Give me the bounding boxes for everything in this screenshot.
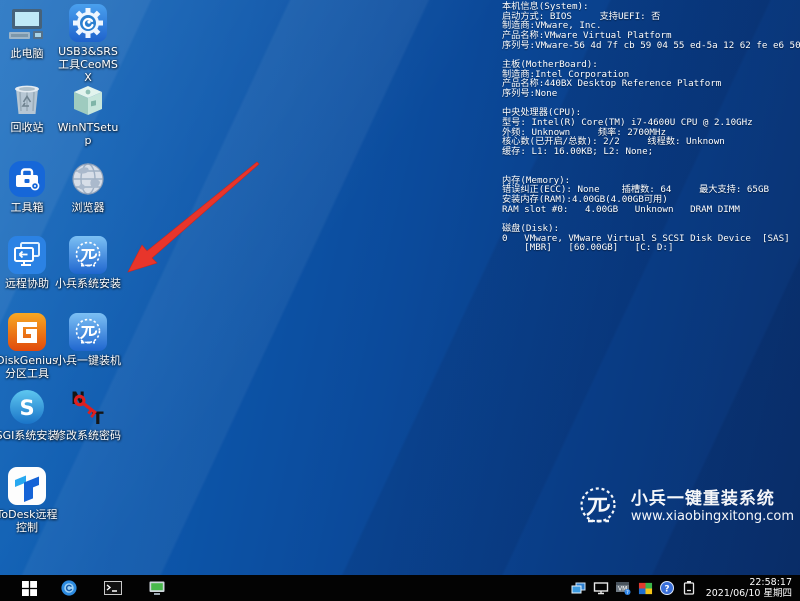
desktop-icon-change-password[interactable]: N T 修改系统密码	[55, 388, 121, 442]
tray-network-computers-icon[interactable]	[571, 580, 588, 597]
taskbar: VM ? ?	[0, 575, 800, 601]
watermark-text: 小兵一键重装系统 www.xiaobingxitong.com	[631, 490, 794, 525]
diskgenius-icon	[8, 313, 46, 351]
windows-logo-icon	[22, 581, 37, 596]
xiaobing-logo-icon	[69, 236, 107, 274]
xiaobing-logo-icon	[69, 313, 107, 351]
icon-label: ToDesk远程控制	[0, 508, 60, 534]
xiaobing-logo-icon	[572, 481, 624, 533]
taskbar-clock[interactable]: 22:58:17 2021/06/10 星期四	[706, 577, 792, 599]
svg-text:?: ?	[665, 585, 670, 595]
desktop-wallpaper: 此电脑 USB3&SRS工具Ce	[0, 0, 800, 575]
desktop-icon-diskgenius[interactable]: DiskGenius分区工具	[0, 313, 60, 380]
remote-screens-icon	[8, 236, 46, 274]
taskbar-app-display-tool[interactable]	[142, 575, 172, 601]
desktop-icon-toolbox[interactable]: 工具箱	[0, 160, 60, 214]
icon-label: 工具箱	[0, 201, 60, 214]
desktop-icon-browser[interactable]: 浏览器	[55, 160, 121, 214]
system-tray: VM ? ?	[571, 580, 698, 597]
tray-help-icon[interactable]: ?	[659, 580, 676, 597]
svg-text:S: S	[19, 396, 34, 420]
icon-label: 小兵一键装机	[55, 354, 121, 367]
desktop-icon-xiaobing-onekey[interactable]: 小兵一键装机	[55, 313, 121, 367]
computer-icon	[8, 6, 46, 44]
desktop-icon-usb3srs-tool[interactable]: USB3&SRS工具CeoMSX	[55, 4, 121, 84]
tray-display-color-icon[interactable]	[637, 580, 654, 597]
svg-text:?: ?	[626, 590, 629, 596]
tray-network-display-icon[interactable]	[593, 580, 610, 597]
icon-label: DiskGenius分区工具	[0, 354, 60, 380]
icon-label: 修改系统密码	[55, 429, 121, 442]
icon-label: 浏览器	[55, 201, 121, 214]
icon-label: SGI系统安装	[0, 429, 60, 442]
todesk-icon	[8, 467, 46, 505]
command-prompt-icon	[104, 579, 122, 597]
clock-time: 22:58:17	[706, 577, 792, 588]
desktop-icon-remote-assist[interactable]: 远程协助	[0, 236, 60, 290]
taskbar-app-usb-tool[interactable]	[54, 575, 84, 601]
watermark: 小兵一键重装系统 www.xiaobingxitong.com	[572, 481, 794, 533]
tray-usb-eject-icon[interactable]	[681, 580, 698, 597]
icon-label: 小兵系统安装	[55, 277, 121, 290]
clock-date: 2021/06/10 星期四	[706, 588, 792, 599]
watermark-title: 小兵一键重装系统	[631, 490, 794, 509]
desktop-icon-todesk[interactable]: ToDesk远程控制	[0, 467, 60, 534]
tray-vmware-tools-icon[interactable]: VM ?	[615, 580, 632, 597]
usb-tool-gear-icon	[69, 4, 107, 42]
usb-tool-gear-icon	[60, 579, 78, 597]
taskbar-app-command-prompt[interactable]	[98, 575, 128, 601]
toolbox-icon	[8, 160, 46, 198]
desktop-icon-winntsetup[interactable]: WinNTSetup	[55, 80, 121, 147]
desktop-icon-recycle-bin[interactable]: 回收站	[0, 80, 60, 134]
icon-label: USB3&SRS工具CeoMSX	[55, 45, 121, 84]
software-box-icon	[69, 80, 107, 118]
taskbar-pinned-apps	[54, 575, 172, 601]
windows-desktop-screen: 此电脑 USB3&SRS工具Ce	[0, 0, 800, 601]
desktop-icon-sgi-install[interactable]: S SGI系统安装	[0, 388, 60, 442]
icon-label: 远程协助	[0, 277, 60, 290]
icon-label: 回收站	[0, 121, 60, 134]
nt-key-icon: N T	[69, 388, 107, 426]
sgi-s-icon: S	[8, 388, 46, 426]
start-button[interactable]	[14, 575, 44, 601]
recycle-bin-icon	[8, 80, 46, 118]
icon-label: 此电脑	[0, 47, 60, 60]
monitor-icon	[148, 579, 166, 597]
icon-label: WinNTSetup	[55, 121, 121, 147]
desktop-icon-this-pc[interactable]: 此电脑	[0, 6, 60, 60]
browser-globe-icon	[69, 160, 107, 198]
watermark-url: www.xiaobingxitong.com	[631, 509, 794, 525]
system-info-overlay: 本机信息(System): 启动方式: BIOS 支持UEFI: 否 制造商:V…	[502, 2, 800, 253]
desktop-icon-xiaobing-system-install[interactable]: 小兵系统安装	[55, 236, 121, 290]
